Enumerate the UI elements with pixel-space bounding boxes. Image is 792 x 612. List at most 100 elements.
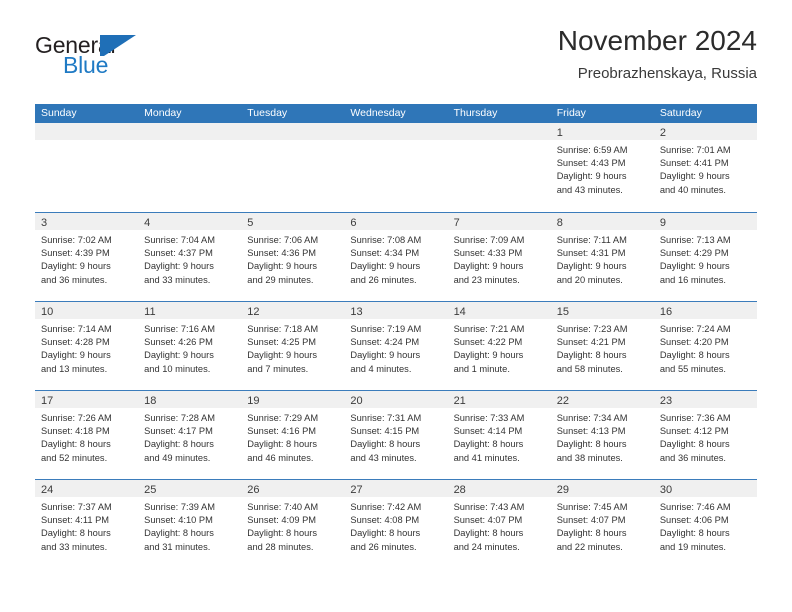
sunrise-line: Sunrise: 7:02 AM — [41, 235, 112, 245]
day-details: Sunrise: 7:46 AM Sunset: 4:06 PM Daylight:… — [654, 497, 757, 554]
day-number: 2 — [659, 127, 666, 139]
daylight-line-2: and 26 minutes. — [350, 541, 417, 552]
day-number-band: 16 — [653, 302, 757, 319]
daylight-line-2: and 46 minutes. — [247, 452, 314, 463]
day-number: 22 — [556, 395, 569, 407]
day-cell[interactable]: 16 Sunrise: 7:24 AM Sunset: 4:20 PM Dayligh… — [653, 302, 757, 390]
day-details: Sunrise: 7:04 AM Sunset: 4:37 PM Daylight:… — [138, 230, 241, 287]
day-number-band: 25 — [138, 480, 242, 497]
calendar-week-row: 17 Sunrise: 7:26 AM Sunset: 4:18 PM Dayligh… — [35, 390, 757, 479]
day-details: Sunrise: 7:29 AM Sunset: 4:16 PM Daylight:… — [241, 408, 344, 465]
day-number: 21 — [453, 395, 466, 407]
generalblue-logo[interactable]: General Blue — [35, 32, 235, 82]
page-subtitle-location: Preobrazhenskaya, Russia — [577, 65, 757, 82]
sunrise-line: Sunrise: 7:01 AM — [659, 145, 731, 155]
day-cell[interactable]: 4 Sunrise: 7:04 AM Sunset: 4:37 PM Daylight… — [138, 213, 242, 301]
day-cell[interactable]: 5 Sunrise: 7:06 AM Sunset: 4:36 PM Daylight… — [241, 213, 345, 301]
day-cell[interactable]: 29 Sunrise: 7:45 AM Sunset: 4:07 PM Dayligh… — [550, 480, 654, 568]
day-details — [344, 140, 447, 144]
day-cell[interactable] — [344, 123, 448, 212]
daylight-line-2: and 24 minutes. — [453, 541, 520, 552]
day-number: 24 — [41, 484, 54, 496]
day-number: 8 — [556, 217, 563, 229]
daylight-line-1: Daylight: 9 hours — [453, 350, 524, 361]
day-number: 11 — [144, 306, 156, 318]
daylight-line-2: and 28 minutes. — [247, 541, 314, 552]
sunrise-line: Sunrise: 7:21 AM — [453, 324, 525, 334]
sunrise-line: Sunrise: 7:08 AM — [350, 235, 422, 245]
day-cell[interactable]: 23 Sunrise: 7:36 AM Sunset: 4:12 PM Dayligh… — [653, 391, 757, 479]
sunrise-line: Sunrise: 7:28 AM — [144, 413, 215, 423]
day-cell[interactable]: 28 Sunrise: 7:43 AM Sunset: 4:07 PM Dayligh… — [447, 480, 551, 568]
day-number-band: 18 — [138, 391, 242, 408]
day-details: Sunrise: 7:18 AM Sunset: 4:25 PM Daylight:… — [241, 319, 344, 376]
sunrise-line: Sunrise: 7:36 AM — [659, 413, 731, 423]
day-cell[interactable]: 20 Sunrise: 7:31 AM Sunset: 4:15 PM Dayligh… — [344, 391, 448, 479]
daylight-line-2: and 40 minutes. — [659, 184, 726, 195]
day-cell[interactable]: 27 Sunrise: 7:42 AM Sunset: 4:08 PM Dayligh… — [344, 480, 448, 568]
day-details — [35, 140, 138, 144]
day-number: 10 — [41, 306, 54, 318]
day-cell[interactable]: 6 Sunrise: 7:08 AM Sunset: 4:34 PM Daylight… — [344, 213, 448, 301]
day-cell[interactable]: 14 Sunrise: 7:21 AM Sunset: 4:22 PM Dayligh… — [447, 302, 551, 390]
day-cell[interactable]: 7 Sunrise: 7:09 AM Sunset: 4:33 PM Daylight… — [447, 213, 551, 301]
daylight-line-1: Daylight: 8 hours — [556, 439, 627, 450]
day-cell[interactable] — [241, 123, 345, 212]
day-details: Sunrise: 7:21 AM Sunset: 4:22 PM Daylight:… — [448, 319, 551, 376]
day-cell[interactable]: 1 Sunrise: 6:59 AM Sunset: 4:43 PM Daylight… — [550, 123, 654, 212]
sunset-line: Sunset: 4:07 PM — [556, 515, 626, 526]
day-details: Sunrise: 7:16 AM Sunset: 4:26 PM Daylight:… — [138, 319, 241, 376]
day-cell[interactable]: 8 Sunrise: 7:11 AM Sunset: 4:31 PM Daylight… — [550, 213, 654, 301]
day-details: Sunrise: 7:31 AM Sunset: 4:15 PM Daylight:… — [344, 408, 447, 465]
sunset-line: Sunset: 4:09 PM — [247, 515, 317, 526]
daylight-line-2: and 16 minutes. — [659, 274, 726, 285]
daylight-line-1: Daylight: 9 hours — [659, 261, 730, 272]
day-number: 1 — [556, 127, 563, 139]
day-number-band — [241, 123, 345, 140]
daylight-line-2: and 20 minutes. — [556, 274, 623, 285]
day-cell[interactable]: 11 Sunrise: 7:16 AM Sunset: 4:26 PM Dayligh… — [138, 302, 242, 390]
daylight-line-2: and 13 minutes. — [41, 363, 108, 374]
daylight-line-2: and 33 minutes. — [144, 274, 211, 285]
day-cell[interactable]: 3 Sunrise: 7:02 AM Sunset: 4:39 PM Daylight… — [35, 213, 139, 301]
day-cell[interactable]: 15 Sunrise: 7:23 AM Sunset: 4:21 PM Dayligh… — [550, 302, 654, 390]
day-cell[interactable]: 13 Sunrise: 7:19 AM Sunset: 4:24 PM Dayligh… — [344, 302, 448, 390]
sunset-line: Sunset: 4:18 PM — [41, 426, 110, 437]
daylight-line-1: Daylight: 9 hours — [453, 261, 524, 272]
daylight-line-2: and 29 minutes. — [247, 274, 314, 285]
daylight-line-2: and 26 minutes. — [350, 274, 417, 285]
day-cell[interactable]: 17 Sunrise: 7:26 AM Sunset: 4:18 PM Dayligh… — [35, 391, 139, 479]
day-cell[interactable] — [447, 123, 551, 212]
daylight-line-2: and 36 minutes. — [41, 274, 108, 285]
day-number: 28 — [453, 484, 466, 496]
day-number-band: 22 — [550, 391, 654, 408]
day-details: Sunrise: 7:43 AM Sunset: 4:07 PM Daylight:… — [448, 497, 551, 554]
day-cell[interactable]: 19 Sunrise: 7:29 AM Sunset: 4:16 PM Dayligh… — [241, 391, 345, 479]
day-cell[interactable]: 26 Sunrise: 7:40 AM Sunset: 4:09 PM Dayligh… — [241, 480, 345, 568]
day-cell[interactable]: 22 Sunrise: 7:34 AM Sunset: 4:13 PM Dayligh… — [550, 391, 654, 479]
daylight-line-1: Daylight: 8 hours — [41, 439, 111, 450]
day-cell[interactable]: 30 Sunrise: 7:46 AM Sunset: 4:06 PM Dayligh… — [653, 480, 757, 568]
day-cell[interactable]: 18 Sunrise: 7:28 AM Sunset: 4:17 PM Dayligh… — [138, 391, 242, 479]
day-number-band: 12 — [241, 302, 345, 319]
daylight-line-1: Daylight: 8 hours — [350, 528, 421, 539]
day-cell[interactable]: 24 Sunrise: 7:37 AM Sunset: 4:11 PM Dayligh… — [35, 480, 139, 568]
daylight-line-1: Daylight: 9 hours — [144, 350, 214, 361]
day-cell[interactable] — [138, 123, 242, 212]
day-cell[interactable]: 21 Sunrise: 7:33 AM Sunset: 4:14 PM Dayligh… — [447, 391, 551, 479]
day-cell[interactable] — [35, 123, 139, 212]
daylight-line-1: Daylight: 8 hours — [453, 439, 524, 450]
day-cell[interactable]: 10 Sunrise: 7:14 AM Sunset: 4:28 PM Dayligh… — [35, 302, 139, 390]
calendar-page: General Blue November 2024 Preobrazhensk… — [0, 0, 792, 612]
sunset-line: Sunset: 4:34 PM — [350, 248, 420, 259]
day-cell[interactable]: 12 Sunrise: 7:18 AM Sunset: 4:25 PM Dayligh… — [241, 302, 345, 390]
day-number-band: 4 — [138, 213, 242, 230]
day-cell[interactable]: 25 Sunrise: 7:39 AM Sunset: 4:10 PM Dayligh… — [138, 480, 242, 568]
day-details: Sunrise: 7:45 AM Sunset: 4:07 PM Daylight:… — [551, 497, 654, 554]
daylight-line-2: and 36 minutes. — [659, 452, 726, 463]
daylight-line-1: Daylight: 8 hours — [350, 439, 421, 450]
day-cell[interactable]: 2 Sunrise: 7:01 AM Sunset: 4:41 PM Daylight… — [653, 123, 757, 212]
day-cell[interactable]: 9 Sunrise: 7:13 AM Sunset: 4:29 PM Daylight… — [653, 213, 757, 301]
day-details: Sunrise: 7:39 AM Sunset: 4:10 PM Daylight:… — [138, 497, 241, 554]
day-number: 17 — [41, 395, 54, 407]
